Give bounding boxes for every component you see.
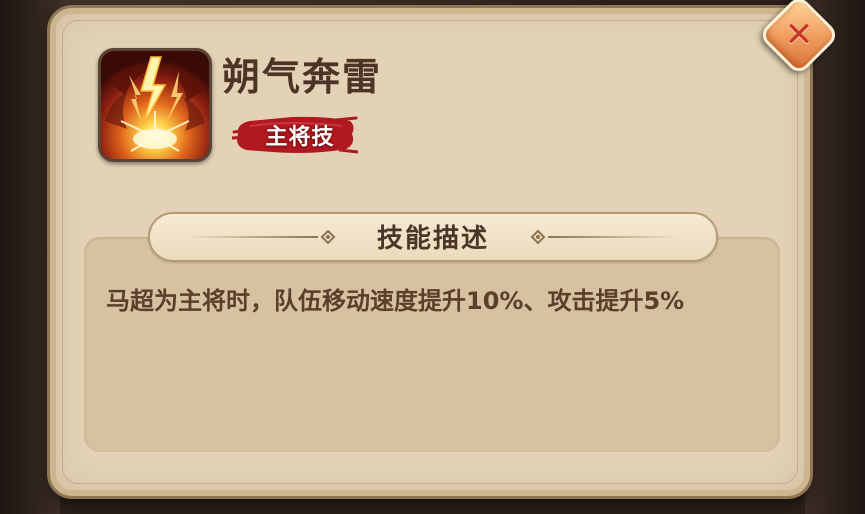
skill-description: 马超为主将时，队伍移动速度提升10%、攻击提升5% xyxy=(106,287,685,315)
game-screen: 朔气奔雷 主将技 马超为主将时，队伍移动速度提升10%、攻击提升5% 技能描述 … xyxy=(0,0,865,514)
section-title: 技能描述 xyxy=(376,224,489,254)
divider-line-right xyxy=(548,236,678,238)
skill-name: 朔气奔雷 xyxy=(222,55,383,99)
lightning-burst-icon xyxy=(101,51,209,159)
diamond-ornament-icon xyxy=(530,229,546,245)
close-x-icon[interactable]: ✕ xyxy=(770,6,828,64)
background-right xyxy=(805,0,865,514)
divider-line-left xyxy=(188,236,318,238)
tag-label: 主将技 xyxy=(265,125,335,150)
skill-icon xyxy=(98,48,212,162)
description-box xyxy=(84,237,780,452)
diamond-ornament-icon xyxy=(320,229,336,245)
skill-type-tag: 主将技 xyxy=(232,112,358,158)
